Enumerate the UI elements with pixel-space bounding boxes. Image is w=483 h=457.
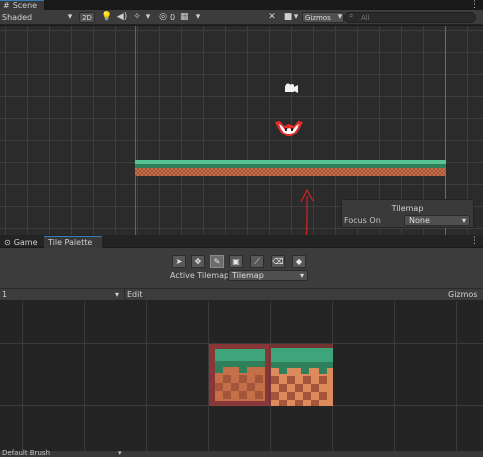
palette-name-dropdown[interactable]: 1 xyxy=(2,290,7,299)
brush-dropdown[interactable]: Default Brush xyxy=(2,449,50,457)
palette-toolbar xyxy=(0,248,483,288)
fill-tool-icon[interactable]: ◆ xyxy=(292,255,306,268)
palette-tile-grass-dirt-1[interactable] xyxy=(215,349,265,401)
chevron-down-icon: ▾ xyxy=(461,216,466,225)
box-fill-tool-icon[interactable]: ▣ xyxy=(229,255,243,268)
palette-tile-grass-dirt-2[interactable] xyxy=(271,348,333,406)
tab-game[interactable]: ⊙ Game xyxy=(0,236,44,248)
focus-on-label: Focus On xyxy=(344,216,381,225)
tilemap-overlay-panel: Tilemap Focus On None ▾ xyxy=(341,199,474,228)
palette-grid[interactable] xyxy=(0,301,483,451)
palette-gizmos-button[interactable]: Gizmos xyxy=(448,290,477,299)
paint-brush-tool-icon[interactable]: ✎ xyxy=(210,255,224,268)
active-tilemap-dropdown[interactable]: Tilemap ▾ xyxy=(228,270,308,281)
picker-tool-icon[interactable]: ⟋ xyxy=(250,255,264,268)
chevron-down-icon[interactable]: ▾ xyxy=(115,290,119,299)
select-tool-icon[interactable]: ➤ xyxy=(172,255,186,268)
tab-tile-palette-label: Tile Palette xyxy=(48,238,93,247)
tab-game-label: Game xyxy=(13,237,38,247)
palette-more-icon[interactable]: ⋮ xyxy=(470,236,479,246)
tab-tile-palette[interactable]: Tile Palette xyxy=(44,236,102,248)
focus-on-dropdown[interactable]: None ▾ xyxy=(404,215,470,226)
active-tilemap-label: Active Tilemap xyxy=(170,271,230,280)
brush-bar: Default Brush ▾ xyxy=(0,449,483,457)
eraser-tool-icon[interactable]: ⌫ xyxy=(271,255,285,268)
gamepad-icon: ⊙ xyxy=(4,237,11,247)
active-tilemap-value: Tilemap xyxy=(232,271,264,280)
overlay-title: Tilemap xyxy=(391,204,424,213)
palette-edit-button[interactable]: Edit xyxy=(127,290,143,299)
palette-header xyxy=(0,288,483,301)
chevron-down-icon[interactable]: ▾ xyxy=(118,449,122,457)
header-divider xyxy=(124,288,125,301)
chevron-down-icon: ▾ xyxy=(299,271,304,280)
move-tool-icon[interactable]: ✥ xyxy=(191,255,205,268)
focus-on-value: None xyxy=(409,216,430,225)
